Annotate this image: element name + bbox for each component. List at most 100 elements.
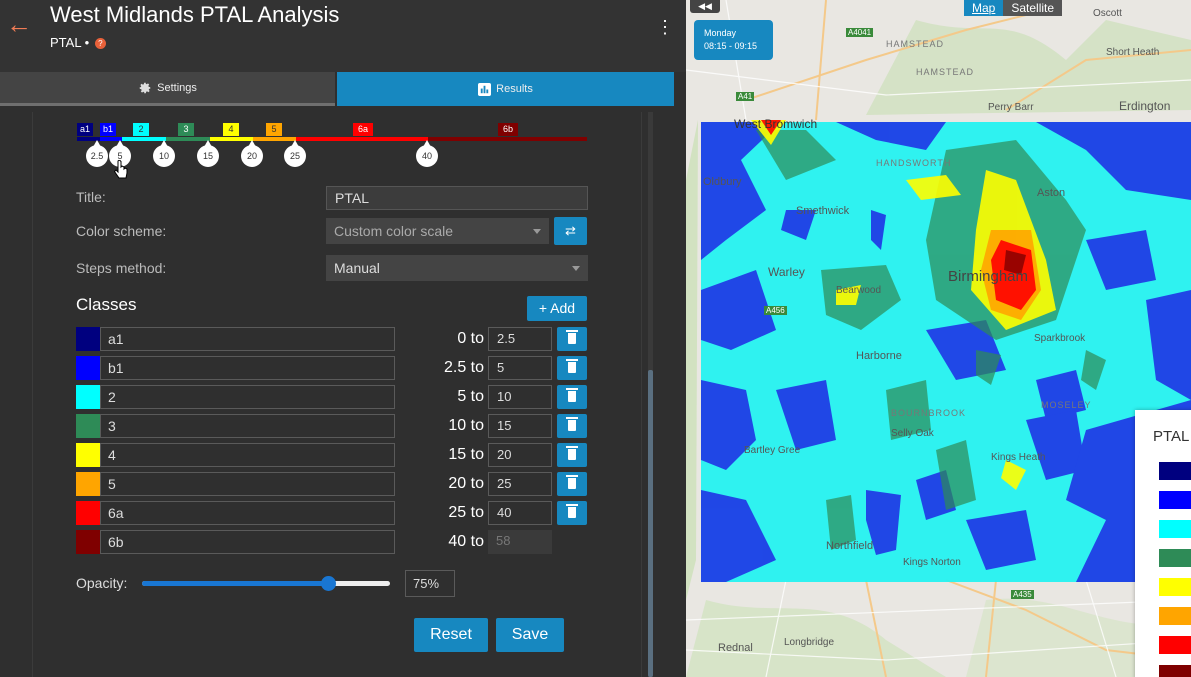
class-color-swatch[interactable]	[76, 414, 100, 438]
help-icon[interactable]: ?	[94, 38, 106, 50]
trash-icon	[566, 388, 578, 402]
class-name-input[interactable]: 6b	[100, 530, 395, 554]
map-type-map-button[interactable]: Map	[964, 0, 1004, 16]
side-panel: ← West Midlands PTAL Analysis PTAL • ? ⋮…	[0, 0, 686, 677]
map-canvas[interactable]	[686, 0, 1191, 677]
threshold-handle[interactable]: 2.5	[86, 140, 108, 167]
road-shield-a456: A456	[764, 306, 787, 315]
hand-cursor-icon	[114, 160, 128, 179]
reset-button[interactable]: Reset	[414, 618, 488, 652]
class-color-swatch[interactable]	[76, 472, 100, 496]
panel-header: ← West Midlands PTAL Analysis PTAL • ? ⋮	[0, 0, 686, 72]
threshold-handle[interactable]: 25	[284, 140, 306, 167]
add-class-button[interactable]: + Add	[527, 296, 587, 321]
map-label-longbridge: Longbridge	[784, 637, 835, 648]
color-scheme-select[interactable]: Custom color scale	[326, 218, 549, 244]
class-name-input[interactable]: 6a	[100, 501, 395, 525]
class-color-swatch[interactable]	[76, 385, 100, 409]
tab-results[interactable]: Results	[337, 72, 674, 106]
delete-class-button[interactable]	[557, 356, 587, 380]
legend-tag-6b: 6b	[498, 123, 518, 136]
class-range-from: 40 to	[448, 533, 484, 550]
class-name-input[interactable]: 2	[100, 385, 395, 409]
collapse-panel-button[interactable]: ◀◀	[690, 0, 720, 13]
swap-colors-button[interactable]: ⇄	[554, 217, 587, 245]
opacity-slider[interactable]	[142, 576, 390, 591]
arrow-left-icon[interactable]: ←	[6, 10, 32, 38]
class-color-swatch[interactable]	[76, 501, 100, 525]
bar-chart-icon	[478, 82, 492, 96]
gear-icon	[139, 82, 151, 93]
opacity-label: Opacity:	[76, 575, 128, 591]
class-color-swatch[interactable]	[76, 327, 100, 351]
class-range-to-input[interactable]: 20	[488, 443, 552, 467]
map-legend: PTAL	[1135, 410, 1191, 677]
swap-icon: ⇄	[565, 223, 576, 238]
map-type-satellite-button[interactable]: Satellite	[1003, 0, 1063, 16]
map-label-short-heath: Short Heath	[1106, 47, 1160, 58]
chevron-down-icon	[572, 266, 580, 271]
map-label-kings-norton: Kings Norton	[903, 557, 961, 568]
class-range-to-input[interactable]: 40	[488, 501, 552, 525]
steps-method-label: Steps method:	[76, 260, 167, 276]
class-name-input[interactable]: 3	[100, 414, 395, 438]
class-color-swatch[interactable]	[76, 443, 100, 467]
road-shield-a435: A435	[1011, 590, 1034, 599]
map-view[interactable]: Oscott HAMSTEAD HAMSTEAD Short Heath Per…	[686, 0, 1191, 677]
class-range-to-input: 58	[488, 530, 552, 554]
class-name-input[interactable]: a1	[100, 327, 395, 351]
delete-class-button[interactable]	[557, 327, 587, 351]
map-type-toggle: Map Satellite	[964, 0, 1063, 16]
trash-icon	[566, 446, 578, 460]
steps-method-value: Manual	[334, 260, 380, 276]
map-label-oldbury: Oldbury	[703, 176, 742, 188]
tab-settings-label: Settings	[157, 81, 197, 94]
kebab-menu-icon[interactable]: ⋮	[656, 16, 674, 38]
opacity-slider-thumb[interactable]	[321, 576, 336, 591]
class-name-input[interactable]: 5	[100, 472, 395, 496]
delete-class-button[interactable]	[557, 472, 587, 496]
class-color-swatch[interactable]	[76, 530, 100, 554]
class-range-to-input[interactable]: 5	[488, 356, 552, 380]
class-range-to-input[interactable]: 25	[488, 472, 552, 496]
map-label-selly-oak: Selly Oak	[891, 428, 934, 439]
tab-settings[interactable]: Settings	[0, 72, 335, 106]
class-row: 6a 25 to 40	[76, 501, 588, 526]
class-range-to-input[interactable]: 2.5	[488, 327, 552, 351]
chevron-down-icon	[533, 229, 541, 234]
map-label-warley: Warley	[768, 265, 805, 279]
steps-method-select[interactable]: Manual	[326, 255, 588, 281]
scrollbar-thumb[interactable]	[648, 370, 653, 677]
map-label-handsworth: HANDSWORTH	[876, 158, 952, 168]
color-scheme-value: Custom color scale	[334, 223, 454, 239]
class-range-to-input[interactable]: 15	[488, 414, 552, 438]
threshold-handle[interactable]: 10	[153, 140, 175, 167]
delete-class-button[interactable]	[557, 414, 587, 438]
title-input[interactable]: PTAL	[326, 186, 588, 210]
class-range-to-input[interactable]: 10	[488, 385, 552, 409]
trash-icon	[566, 417, 578, 431]
legend-seg-4	[210, 137, 253, 141]
threshold-handle[interactable]: 20	[241, 140, 263, 167]
threshold-handle[interactable]: 40	[416, 140, 438, 167]
class-color-swatch[interactable]	[76, 356, 100, 380]
title-label: Title:	[76, 189, 106, 205]
map-label-hamstead: HAMSTEAD	[886, 39, 945, 49]
delete-class-button[interactable]	[557, 443, 587, 467]
delete-class-button[interactable]	[557, 501, 587, 525]
class-name-input[interactable]: b1	[100, 356, 395, 380]
opacity-input[interactable]: 75%	[405, 570, 455, 597]
save-button[interactable]: Save	[496, 618, 564, 652]
delete-class-button[interactable]	[557, 385, 587, 409]
trash-icon	[566, 330, 578, 344]
road-shield-a41: A41	[736, 92, 755, 101]
map-label-bartley-green: Bartley Gree	[744, 445, 801, 456]
map-label-harborne: Harborne	[856, 350, 902, 362]
trash-icon	[566, 475, 578, 489]
class-row: a1 0 to 2.5	[76, 327, 588, 352]
class-range-from: 10 to	[448, 417, 484, 434]
threshold-handle[interactable]: 15	[197, 140, 219, 167]
class-name-input[interactable]: 4	[100, 443, 395, 467]
time-period-chip[interactable]: Monday 08:15 - 09:15	[694, 20, 773, 60]
map-label-west-bromwich: West Bromwich	[734, 117, 818, 131]
